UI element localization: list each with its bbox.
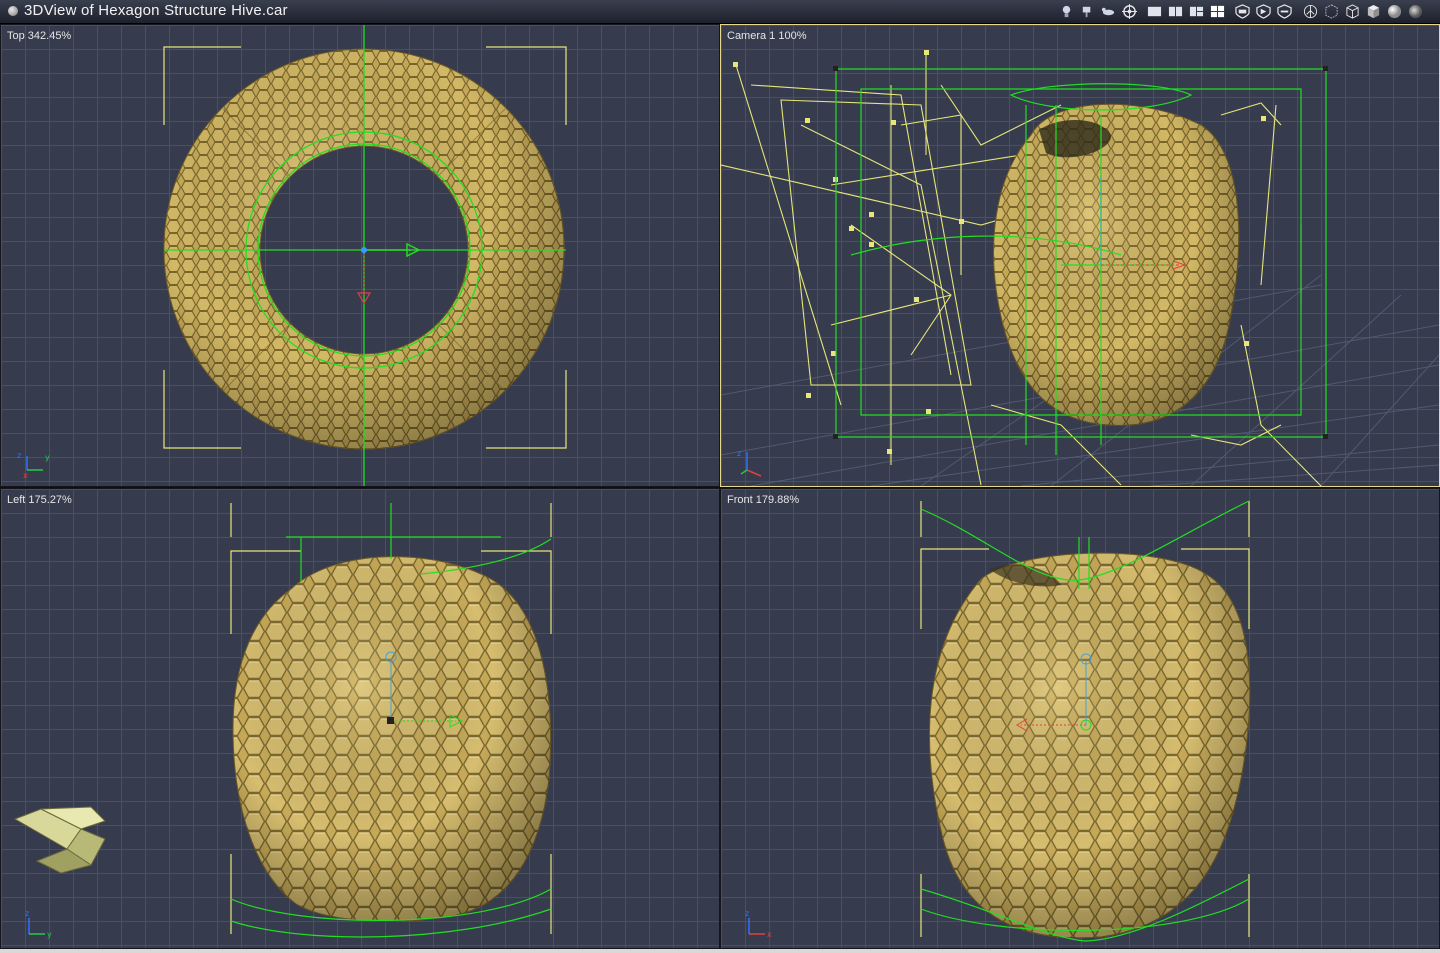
- axis-x-label: x: [23, 471, 28, 480]
- viewport-front[interactable]: Front 179.88% z x: [720, 488, 1440, 949]
- window-titlebar: 3DView of Hexagon Structure Hive.car: [0, 0, 1440, 24]
- viewport-top[interactable]: Top 342.45% y z x: [0, 24, 720, 487]
- axis-x-label: x: [767, 930, 772, 939]
- hive-camera-view: [721, 50, 1439, 486]
- hive-front-view: [920, 500, 1251, 942]
- light-icon[interactable]: [1058, 3, 1075, 20]
- shield-top-icon[interactable]: [1276, 3, 1293, 20]
- animal-icon[interactable]: [1100, 3, 1117, 20]
- shield-front-icon[interactable]: [1234, 3, 1251, 20]
- axis-z-label: z: [25, 909, 29, 918]
- camera-icon[interactable]: [1079, 3, 1096, 20]
- bounding-box-icon[interactable]: [1323, 3, 1340, 20]
- axis-icon[interactable]: [1302, 3, 1319, 20]
- viewport-left-label: Left 175.27%: [7, 494, 72, 506]
- window-title: 3DView of Hexagon Structure Hive.car: [24, 2, 288, 19]
- shaded-sphere-icon[interactable]: [1407, 3, 1424, 20]
- layout-four-icon[interactable]: [1209, 3, 1226, 20]
- axis-indicator: y z x: [15, 446, 55, 480]
- axis-z-label: z: [17, 451, 21, 460]
- layout-three-icon[interactable]: [1188, 3, 1205, 20]
- toolbar-render: [1302, 2, 1424, 20]
- axis-z-label: z: [737, 449, 741, 458]
- solid-cube-icon[interactable]: [1365, 3, 1382, 20]
- toolbar-layouts: [1146, 2, 1226, 20]
- axis-z-label: z: [745, 909, 749, 918]
- viewport-camera-label: Camera 1 100%: [727, 30, 807, 42]
- viewport-front-label: Front 179.88%: [727, 494, 800, 506]
- transform-gizmo: [356, 242, 421, 305]
- wireframe-cube-icon[interactable]: [1344, 3, 1361, 20]
- axis-indicator: z x: [735, 908, 775, 942]
- viewport-camera[interactable]: Camera 1 100% z: [720, 24, 1440, 487]
- hive-top-view: [163, 25, 567, 486]
- toolbar-views: [1234, 2, 1293, 20]
- layout-two-icon[interactable]: [1167, 3, 1184, 20]
- axis-indicator: z: [735, 446, 775, 480]
- window-close-icon[interactable]: [8, 6, 18, 16]
- layout-single-icon[interactable]: [1146, 3, 1163, 20]
- target-icon[interactable]: [1121, 3, 1138, 20]
- axis-indicator: z y: [15, 908, 55, 942]
- orientation-gadget[interactable]: [13, 806, 106, 874]
- hive-egg: [929, 552, 1251, 939]
- viewport-left[interactable]: Left 175.27% z y: [0, 488, 720, 949]
- shield-side-icon[interactable]: [1255, 3, 1272, 20]
- status-bar: [0, 949, 1440, 953]
- toolbar-tools: [1058, 2, 1138, 20]
- viewport-top-label: Top 342.45%: [7, 30, 72, 42]
- smooth-sphere-icon[interactable]: [1386, 3, 1403, 20]
- hive-egg: [232, 556, 552, 922]
- axis-y-label: y: [45, 453, 50, 462]
- axis-y-label: y: [47, 930, 52, 939]
- hive-left-view: [13, 503, 552, 938]
